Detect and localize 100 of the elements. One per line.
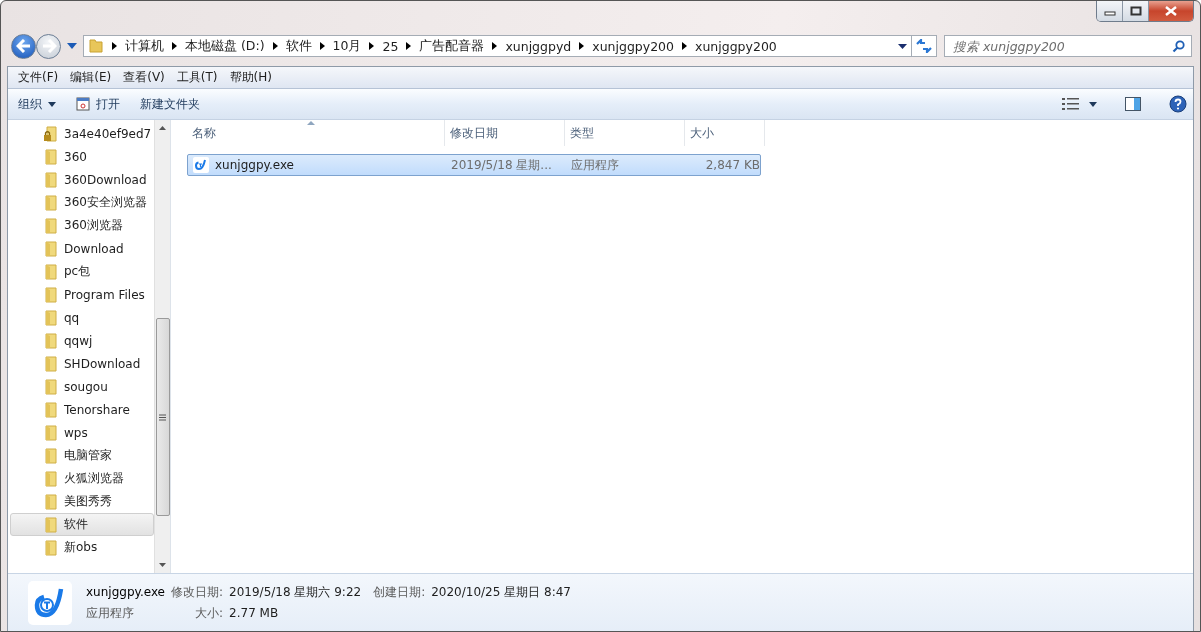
caret-icon[interactable] bbox=[67, 43, 77, 49]
folder-tree-item[interactable]: 美图秀秀 bbox=[10, 490, 154, 513]
menu-item[interactable]: 文件(F) bbox=[12, 69, 65, 86]
folder-name: 360浏览器 bbox=[64, 217, 123, 234]
window-icon bbox=[76, 97, 90, 111]
breadcrumb[interactable]: 10月 bbox=[332, 37, 362, 55]
view-options-button[interactable] bbox=[1062, 98, 1097, 110]
back-arrow-icon bbox=[15, 39, 32, 53]
folder-name: sougou bbox=[64, 379, 108, 394]
folder-tree-item[interactable]: wps bbox=[10, 421, 154, 444]
folder-tree-item[interactable]: 电脑管家 bbox=[10, 444, 154, 467]
chevron-icon[interactable] bbox=[406, 42, 412, 50]
column-header[interactable]: 修改日期 bbox=[445, 120, 565, 146]
folder-icon bbox=[43, 493, 59, 510]
menu-item[interactable]: 工具(T) bbox=[170, 69, 224, 86]
folder-name: 美图秀秀 bbox=[64, 493, 112, 510]
details-file-name: xunjggpy.exe bbox=[86, 584, 165, 599]
grip-icon bbox=[159, 413, 166, 421]
menu-item[interactable]: 编辑(E) bbox=[64, 69, 118, 86]
details-file-type: 应用程序 bbox=[86, 604, 135, 622]
close-icon bbox=[1164, 6, 1178, 16]
breadcrumb[interactable]: 软件 bbox=[285, 37, 312, 55]
toolbar-button[interactable]: 组织 bbox=[18, 93, 56, 115]
chevron-icon[interactable] bbox=[579, 42, 585, 50]
chevron-icon[interactable] bbox=[112, 42, 117, 50]
help-icon bbox=[1169, 95, 1187, 113]
breadcrumb[interactable]: 25 bbox=[382, 38, 399, 54]
folder-name: wps bbox=[64, 425, 88, 440]
folder-tree-item[interactable]: qq bbox=[10, 306, 154, 329]
chevron-icon[interactable] bbox=[492, 42, 498, 50]
chevron-icon[interactable] bbox=[319, 42, 325, 50]
maximize-icon bbox=[1129, 6, 1142, 16]
folder-icon bbox=[43, 378, 59, 395]
folder-name: 软件 bbox=[64, 516, 88, 533]
toolbar-button[interactable]: 打开 bbox=[76, 93, 120, 115]
breadcrumb[interactable]: 本地磁盘 (D:) bbox=[185, 37, 265, 55]
folder-name: Download bbox=[64, 241, 124, 256]
toolbar-button[interactable]: 新建文件夹 bbox=[140, 93, 200, 115]
file-row[interactable]: xunjggpy.exe 2019/5/18 星期... 应用程序 2,847 KB bbox=[187, 154, 761, 176]
scrollbar-thumb[interactable] bbox=[155, 318, 170, 516]
menu-item[interactable]: 帮助(H) bbox=[223, 69, 278, 86]
breadcrumb[interactable]: xunjggpyd bbox=[505, 38, 572, 54]
folder-icon bbox=[43, 401, 59, 418]
breadcrumb[interactable]: xunjggpy200 bbox=[592, 38, 675, 54]
folder-tree-item[interactable]: 3a4e40ef9ed7 bbox=[10, 122, 154, 145]
search-field[interactable]: 搜索 xunjggpy200 bbox=[953, 38, 1172, 54]
folder-icon bbox=[43, 148, 59, 165]
folder-tree-item[interactable]: 新obs bbox=[10, 536, 154, 559]
folder-name: 360Download bbox=[64, 172, 147, 187]
address-bar[interactable]: 计算机 本地磁盘 (D:) 软件 10月 25 广告配音器 xunjggpyd xunjggpy200 xunjggpy200 bbox=[83, 35, 912, 57]
menu-item[interactable]: 查看(V) bbox=[117, 69, 171, 86]
preview-pane-button[interactable] bbox=[1125, 97, 1141, 111]
chevron-icon[interactable] bbox=[369, 42, 375, 50]
folder-tree-item[interactable]: sougou bbox=[10, 375, 154, 398]
help-button[interactable] bbox=[1169, 95, 1187, 113]
folder-tree-item[interactable]: 火狐浏览器 bbox=[10, 467, 154, 490]
file-name: xunjggpy.exe bbox=[215, 158, 294, 172]
column-header[interactable]: 大小 bbox=[685, 120, 765, 146]
folder-tree-item[interactable]: SHDownload bbox=[10, 352, 154, 375]
folder-tree-item[interactable]: 360安全浏览器 bbox=[10, 191, 154, 214]
column-header[interactable]: 名称 bbox=[187, 120, 445, 146]
forward-button[interactable] bbox=[36, 33, 61, 59]
close-button[interactable] bbox=[1149, 1, 1193, 21]
search-box[interactable]: 搜索 xunjggpy200 bbox=[944, 35, 1192, 57]
column-header[interactable]: 类型 bbox=[565, 120, 685, 146]
back-button[interactable] bbox=[11, 33, 36, 59]
table-cell-text: 2019/5/18 星期... bbox=[450, 156, 553, 174]
folder-name: 电脑管家 bbox=[64, 447, 112, 464]
folder-tree-item[interactable]: qqwj bbox=[10, 329, 154, 352]
caret-icon bbox=[48, 101, 56, 107]
dropdown-caret-icon[interactable] bbox=[898, 43, 907, 49]
folder-tree-item[interactable]: Program Files bbox=[10, 283, 154, 306]
details-label: 创建日期: bbox=[373, 583, 426, 601]
chevron-icon[interactable] bbox=[682, 42, 688, 50]
folder-tree-item[interactable]: pc包 bbox=[10, 260, 154, 283]
folder-tree-item[interactable]: 360浏览器 bbox=[10, 214, 154, 237]
folder-tree-item[interactable]: Download bbox=[10, 237, 154, 260]
folder-name: Program Files bbox=[64, 287, 145, 302]
folder-icon bbox=[43, 217, 59, 234]
scroll-down-icon[interactable] bbox=[159, 563, 166, 567]
folder-name: Tenorshare bbox=[64, 402, 130, 417]
folder-icon bbox=[43, 332, 59, 349]
breadcrumb[interactable]: 广告配音器 bbox=[419, 37, 485, 55]
locked-folder-icon bbox=[43, 125, 59, 142]
details-label: 修改日期: bbox=[171, 583, 224, 601]
maximize-button[interactable] bbox=[1123, 1, 1149, 21]
breadcrumb[interactable]: xunjggpy200 bbox=[695, 38, 777, 54]
chevron-icon[interactable] bbox=[272, 42, 278, 50]
scrollbar[interactable] bbox=[154, 120, 170, 573]
folder-tree-item[interactable]: 360 bbox=[10, 145, 154, 168]
folder-icon bbox=[43, 286, 59, 303]
folder-icon bbox=[43, 470, 59, 487]
search-icon bbox=[1172, 39, 1185, 53]
chevron-icon[interactable] bbox=[172, 42, 177, 50]
scroll-up-icon[interactable] bbox=[159, 126, 166, 130]
refresh-button[interactable] bbox=[911, 35, 937, 57]
breadcrumb[interactable]: 计算机 bbox=[125, 37, 164, 55]
folder-tree-item[interactable]: Tenorshare bbox=[10, 398, 154, 421]
folder-tree-item[interactable]: 软件 bbox=[10, 513, 154, 536]
folder-tree-item[interactable]: 360Download bbox=[10, 168, 154, 191]
